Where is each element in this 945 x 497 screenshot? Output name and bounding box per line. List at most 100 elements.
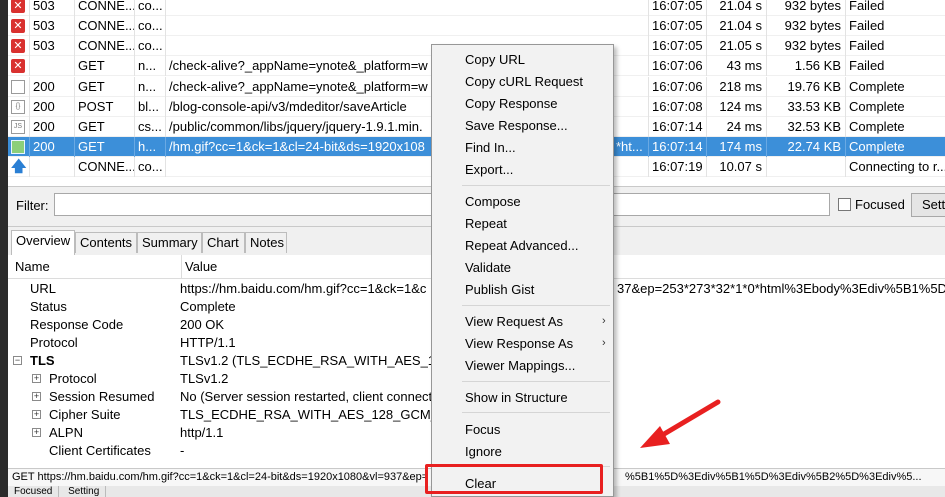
property-name: Cipher Suite: [49, 407, 121, 422]
image-icon: [11, 140, 25, 154]
session-row[interactable]: ✕ 503 CONNE... co... 16:07:05 21.04 s 932 byte…: [8, 0, 945, 16]
property-name: Client Certificates: [49, 443, 151, 458]
session-icon-cell: ✕: [8, 36, 30, 56]
session-host: cs...: [135, 117, 166, 137]
session-host: n...: [135, 56, 166, 76]
property-value: -: [180, 443, 185, 458]
session-duration: 124 ms: [707, 97, 767, 117]
session-result: 503: [30, 36, 75, 56]
session-icon-cell: [8, 77, 30, 97]
menu-item-viewer-mappings[interactable]: Viewer Mappings...: [465, 356, 575, 376]
error-icon: ✕: [11, 0, 25, 13]
status-focused[interactable]: Focused: [8, 486, 60, 497]
menu-separator: [462, 305, 610, 306]
menu-item-save-response[interactable]: Save Response...: [465, 116, 568, 136]
error-icon: ✕: [11, 59, 25, 73]
session-time: 16:07:06: [649, 56, 707, 76]
session-protocol: CONNE...: [75, 16, 135, 36]
session-time: 16:07:14: [649, 137, 707, 157]
tab-contents[interactable]: Contents: [75, 232, 137, 253]
submenu-arrow-icon: ›: [602, 337, 606, 349]
property-name: URL: [30, 281, 57, 296]
session-status: Failed: [849, 58, 885, 73]
session-host: co...: [135, 16, 166, 36]
settings-button[interactable]: Sett: [911, 193, 945, 217]
menu-item-show-in-structure[interactable]: Show in Structure: [465, 388, 568, 408]
property-value: Complete: [180, 299, 236, 314]
status-url-tail: %5B1%5D%3Ediv%5B1%5D%3Ediv%5B2%5D%3Ediv%…: [625, 471, 922, 483]
session-size: [767, 157, 846, 177]
status-setting[interactable]: Setting: [62, 486, 107, 497]
tab-chart[interactable]: Chart: [202, 232, 245, 253]
column-value-header[interactable]: Value: [181, 255, 217, 279]
menu-item-copy-url[interactable]: Copy URL: [465, 50, 525, 70]
collapse-icon[interactable]: −: [13, 356, 22, 365]
column-name-header[interactable]: Name: [15, 255, 50, 279]
session-size: 32.53 KB: [767, 117, 846, 137]
expand-icon[interactable]: +: [32, 410, 41, 419]
session-protocol: POST: [75, 97, 135, 117]
property-value: HTTP/1.1: [180, 335, 236, 350]
focused-checkbox[interactable]: [838, 198, 851, 211]
expand-icon[interactable]: +: [32, 374, 41, 383]
session-duration: 24 ms: [707, 117, 767, 137]
session-size: 1.56 KB: [767, 56, 846, 76]
menu-item-copy-response[interactable]: Copy Response: [465, 94, 558, 114]
expand-icon[interactable]: +: [32, 428, 41, 437]
menu-item-view-response-as[interactable]: View Response As: [465, 334, 573, 354]
property-name: Protocol: [49, 371, 97, 386]
document-icon: [11, 80, 25, 94]
session-duration: 21.04 s: [707, 16, 767, 36]
menu-item-ignore[interactable]: Ignore: [465, 442, 502, 462]
upload-arrow-icon: 🡅: [11, 158, 27, 175]
property-value: No (Server session restarted, client con…: [180, 389, 433, 404]
session-url: [166, 0, 649, 16]
menu-separator: [462, 412, 610, 413]
menu-item-repeat[interactable]: Repeat: [465, 214, 507, 234]
session-status: Failed: [849, 18, 885, 33]
session-icon-cell: [8, 137, 30, 157]
menu-item-copy-curl-request[interactable]: Copy cURL Request: [465, 72, 583, 92]
session-size: 932 bytes: [767, 0, 846, 16]
session-time: 16:07:05: [649, 16, 707, 36]
session-duration: 10.07 s: [707, 157, 767, 177]
session-url: [166, 16, 649, 36]
expand-icon[interactable]: +: [32, 392, 41, 401]
menu-item-focus[interactable]: Focus: [465, 420, 500, 440]
session-protocol: GET: [75, 56, 135, 76]
session-url-tail: *ht...: [616, 139, 643, 154]
context-menu: Copy URL Copy cURL Request Copy Response Sa…: [431, 44, 614, 497]
error-icon: ✕: [11, 19, 25, 33]
menu-item-find-in[interactable]: Find In...: [465, 138, 516, 158]
menu-item-publish-gist[interactable]: Publish Gist: [465, 280, 534, 300]
session-row[interactable]: ✕ 503 CONNE... co... 16:07:05 21.04 s 932 byte…: [8, 16, 945, 36]
session-status: Complete: [849, 139, 905, 154]
menu-separator: [462, 381, 610, 382]
session-host: co...: [135, 157, 166, 177]
menu-item-repeat-advanced[interactable]: Repeat Advanced...: [465, 236, 578, 256]
session-size: 22.74 KB: [767, 137, 846, 157]
menu-item-compose[interactable]: Compose: [465, 192, 521, 212]
session-host: co...: [135, 0, 166, 16]
session-duration: 43 ms: [707, 56, 767, 76]
left-window-edge: [0, 0, 8, 497]
session-protocol: GET: [75, 137, 135, 157]
property-value: TLS_ECDHE_RSA_WITH_AES_128_GCM_SHA2: [180, 407, 472, 422]
session-time: 16:07:05: [649, 0, 707, 16]
session-result: 200: [30, 97, 75, 117]
tab-overview[interactable]: Overview: [11, 230, 75, 255]
menu-item-view-request-as[interactable]: View Request As: [465, 312, 563, 332]
session-icon-cell: ✕: [8, 0, 30, 16]
tab-notes[interactable]: Notes: [245, 232, 287, 253]
session-host: h...: [135, 137, 166, 157]
session-status: Complete: [849, 119, 905, 134]
session-size: 932 bytes: [767, 36, 846, 56]
tab-summary[interactable]: Summary: [137, 232, 202, 253]
javascript-icon: JS: [11, 120, 25, 134]
menu-item-validate[interactable]: Validate: [465, 258, 511, 278]
menu-item-export[interactable]: Export...: [465, 160, 513, 180]
session-time: 16:07:06: [649, 77, 707, 97]
session-status: Complete: [849, 79, 905, 94]
property-value: https://hm.baidu.com/hm.gif?cc=1&ck=1&c: [180, 281, 427, 296]
session-time: 16:07:19: [649, 157, 707, 177]
